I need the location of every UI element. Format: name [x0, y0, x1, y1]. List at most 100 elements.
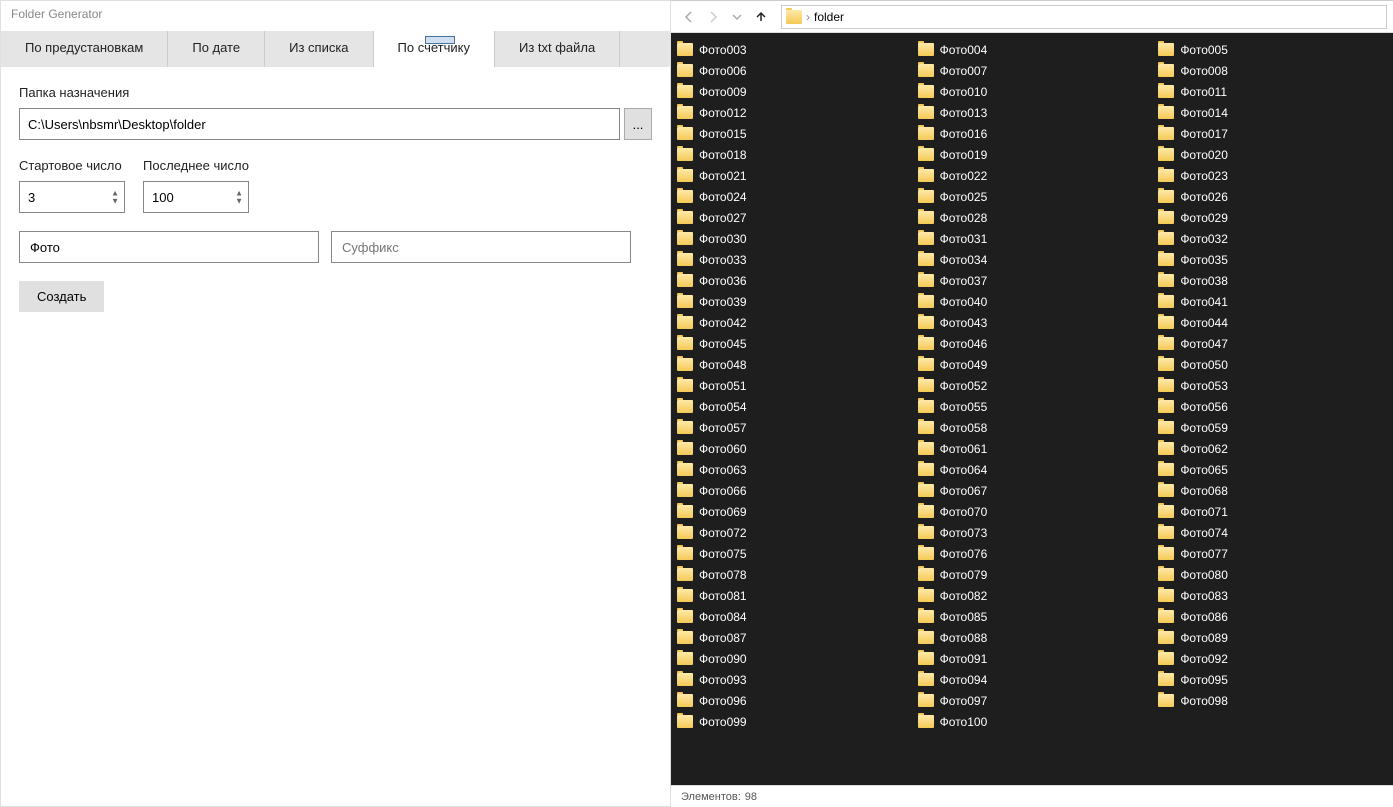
folder-item[interactable]: Фото068	[1152, 480, 1392, 501]
spinner-icon[interactable]: ▲▼	[235, 190, 243, 205]
tab-4[interactable]: Из txt файла	[495, 31, 620, 67]
folder-item[interactable]: Фото040	[912, 291, 1152, 312]
folder-item[interactable]: Фото078	[671, 564, 911, 585]
folder-item[interactable]: Фото011	[1152, 81, 1392, 102]
folder-item[interactable]: Фото039	[671, 291, 911, 312]
folder-item[interactable]: Фото024	[671, 186, 911, 207]
folder-item[interactable]: Фото090	[671, 648, 911, 669]
folder-item[interactable]: Фото045	[671, 333, 911, 354]
folder-item[interactable]: Фото016	[912, 123, 1152, 144]
folder-item[interactable]: Фото070	[912, 501, 1152, 522]
folder-item[interactable]: Фото028	[912, 207, 1152, 228]
folder-item[interactable]: Фото012	[671, 102, 911, 123]
folder-item[interactable]: Фото056	[1152, 396, 1392, 417]
folder-item[interactable]: Фото086	[1152, 606, 1392, 627]
breadcrumb-folder[interactable]: folder	[814, 10, 844, 24]
folder-item[interactable]: Фото098	[1152, 690, 1392, 711]
panel-drag-handle[interactable]	[425, 36, 455, 44]
folder-item[interactable]: Фото067	[912, 480, 1152, 501]
tab-2[interactable]: Из списка	[265, 31, 373, 67]
folder-item[interactable]: Фото074	[1152, 522, 1392, 543]
folder-item[interactable]: Фото083	[1152, 585, 1392, 606]
folder-item[interactable]: Фото087	[671, 627, 911, 648]
folder-item[interactable]: Фото022	[912, 165, 1152, 186]
folder-item[interactable]: Фото007	[912, 60, 1152, 81]
tab-1[interactable]: По дате	[168, 31, 265, 67]
folder-item[interactable]: Фото031	[912, 228, 1152, 249]
folder-item[interactable]: Фото059	[1152, 417, 1392, 438]
create-button[interactable]: Создать	[19, 281, 104, 312]
folder-item[interactable]: Фото013	[912, 102, 1152, 123]
folder-item[interactable]: Фото054	[671, 396, 911, 417]
nav-recent-button[interactable]	[725, 5, 749, 29]
folder-item[interactable]: Фото073	[912, 522, 1152, 543]
folder-item[interactable]: Фото058	[912, 417, 1152, 438]
folder-item[interactable]: Фото085	[912, 606, 1152, 627]
folder-item[interactable]: Фото088	[912, 627, 1152, 648]
folder-item[interactable]: Фото052	[912, 375, 1152, 396]
folder-item[interactable]: Фото018	[671, 144, 911, 165]
tab-0[interactable]: По предустановкам	[1, 31, 168, 67]
folder-item[interactable]: Фото014	[1152, 102, 1392, 123]
folder-item[interactable]: Фото061	[912, 438, 1152, 459]
folder-item[interactable]: Фото019	[912, 144, 1152, 165]
folder-item[interactable]: Фото062	[1152, 438, 1392, 459]
folder-item[interactable]: Фото084	[671, 606, 911, 627]
folder-item[interactable]: Фото094	[912, 669, 1152, 690]
folder-item[interactable]: Фото006	[671, 60, 911, 81]
folder-item[interactable]: Фото065	[1152, 459, 1392, 480]
folder-item[interactable]: Фото060	[671, 438, 911, 459]
folder-item[interactable]: Фото063	[671, 459, 911, 480]
end-number-input[interactable]	[143, 181, 249, 213]
folder-item[interactable]: Фото099	[671, 711, 911, 732]
folder-item[interactable]: Фото017	[1152, 123, 1392, 144]
folder-item[interactable]: Фото010	[912, 81, 1152, 102]
folder-item[interactable]: Фото050	[1152, 354, 1392, 375]
folder-item[interactable]: Фото030	[671, 228, 911, 249]
folder-item[interactable]: Фото080	[1152, 564, 1392, 585]
folder-item[interactable]: Фото082	[912, 585, 1152, 606]
folder-item[interactable]: Фото051	[671, 375, 911, 396]
folder-item[interactable]: Фото047	[1152, 333, 1392, 354]
folder-item[interactable]: Фото037	[912, 270, 1152, 291]
spinner-icon[interactable]: ▲▼	[111, 190, 119, 205]
folder-item[interactable]: Фото009	[671, 81, 911, 102]
folder-item[interactable]: Фото033	[671, 249, 911, 270]
nav-back-button[interactable]	[677, 5, 701, 29]
folder-item[interactable]: Фото021	[671, 165, 911, 186]
folder-item[interactable]: Фото093	[671, 669, 911, 690]
folder-item[interactable]: Фото072	[671, 522, 911, 543]
folder-item[interactable]: Фото034	[912, 249, 1152, 270]
nav-up-button[interactable]	[749, 5, 773, 29]
folder-item[interactable]: Фото042	[671, 312, 911, 333]
folder-item[interactable]: Фото023	[1152, 165, 1392, 186]
folder-item[interactable]: Фото015	[671, 123, 911, 144]
folder-item[interactable]: Фото027	[671, 207, 911, 228]
folder-item[interactable]: Фото036	[671, 270, 911, 291]
folder-item[interactable]: Фото089	[1152, 627, 1392, 648]
folder-item[interactable]: Фото029	[1152, 207, 1392, 228]
folder-item[interactable]: Фото008	[1152, 60, 1392, 81]
folder-item[interactable]: Фото041	[1152, 291, 1392, 312]
folder-item[interactable]: Фото003	[671, 39, 911, 60]
folder-item[interactable]: Фото048	[671, 354, 911, 375]
folder-item[interactable]: Фото032	[1152, 228, 1392, 249]
folder-item[interactable]: Фото095	[1152, 669, 1392, 690]
folder-item[interactable]: Фото053	[1152, 375, 1392, 396]
destination-input[interactable]	[19, 108, 620, 140]
folder-item[interactable]: Фото075	[671, 543, 911, 564]
folder-item[interactable]: Фото046	[912, 333, 1152, 354]
address-bar[interactable]: › folder	[781, 5, 1387, 29]
nav-forward-button[interactable]	[701, 5, 725, 29]
folder-item[interactable]: Фото035	[1152, 249, 1392, 270]
folder-item[interactable]: Фото071	[1152, 501, 1392, 522]
start-number-input[interactable]	[19, 181, 125, 213]
folder-item[interactable]: Фото055	[912, 396, 1152, 417]
folder-item[interactable]: Фото066	[671, 480, 911, 501]
folder-item[interactable]: Фото076	[912, 543, 1152, 564]
folder-item[interactable]: Фото020	[1152, 144, 1392, 165]
folder-item[interactable]: Фото079	[912, 564, 1152, 585]
folder-item[interactable]: Фото025	[912, 186, 1152, 207]
folder-item[interactable]: Фото005	[1152, 39, 1392, 60]
folder-item[interactable]: Фото049	[912, 354, 1152, 375]
